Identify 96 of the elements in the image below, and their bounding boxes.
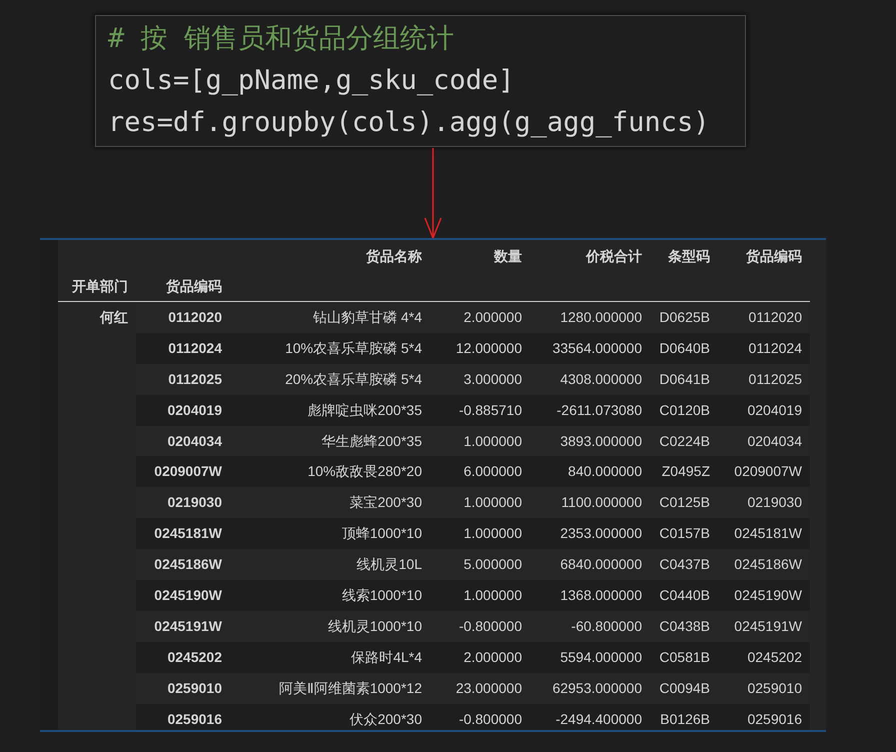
table-cell: 5.000000 xyxy=(464,556,522,572)
column-header: 货品编码 xyxy=(746,248,802,264)
table-cell: 10%敌敌畏280*20 xyxy=(308,463,422,480)
index-cell: 0259010 xyxy=(167,680,222,696)
index-cell: 0112025 xyxy=(168,370,222,387)
table-cell: 12.000000 xyxy=(456,340,522,356)
table-cell: 0259010 xyxy=(747,680,802,696)
index-cell: 0245202 xyxy=(167,648,222,665)
table-cell: C0581B xyxy=(659,648,710,665)
index-cell: 0259016 xyxy=(167,710,222,727)
table-cell: C0094B xyxy=(659,680,710,696)
group-label: 何红 xyxy=(100,308,128,327)
index-cell: 0245186W xyxy=(154,556,222,572)
table-cell: 1.000000 xyxy=(464,494,522,510)
table-cell: C0438B xyxy=(659,618,710,634)
table-cell: 0204034 xyxy=(747,432,802,448)
table-cell: D0641B xyxy=(659,370,710,387)
table-cell: 0245186W xyxy=(734,556,802,572)
index-cell: 0112020 xyxy=(168,308,222,325)
table-cell: C0440B xyxy=(659,586,710,603)
table-cell: -2494.400000 xyxy=(556,710,642,727)
index-header: 开单部门 xyxy=(72,278,128,294)
table-cell: 顶蜂1000*10 xyxy=(342,525,422,542)
code-comment: # 按 销售员和货品分组统计 xyxy=(108,22,455,56)
index-header: 货品编码 xyxy=(166,278,222,294)
table-cell: 0245190W xyxy=(734,586,802,603)
table-cell: B0126B xyxy=(660,710,710,727)
table-cell: C0125B xyxy=(659,494,710,510)
table-cell: 0209007W xyxy=(734,463,802,480)
table-cell: C0437B xyxy=(659,556,710,572)
index-cell: 0245191W xyxy=(154,618,222,634)
table-cell: 33564.000000 xyxy=(552,340,642,356)
table-cell: 0245191W xyxy=(734,618,802,634)
table-cell: 1368.000000 xyxy=(560,586,642,603)
table-cell: 2.000000 xyxy=(464,648,522,665)
index-cell: 0245190W xyxy=(154,586,222,603)
table-cell: 6.000000 xyxy=(464,463,522,480)
table-cell: C0157B xyxy=(659,525,710,542)
code-line: res=df.groupby(cols).agg(g_agg_funcs) xyxy=(108,106,710,140)
table-cell: 840.000000 xyxy=(568,463,642,480)
table-cell: 线机灵10L xyxy=(356,556,422,572)
table-cell: 线索1000*10 xyxy=(342,586,422,603)
table-cell: 6840.000000 xyxy=(560,556,642,572)
table-cell: Z0495Z xyxy=(662,463,710,480)
table-cell: 3.000000 xyxy=(464,370,522,387)
table-cell: 钻山豹草甘磷 4*4 xyxy=(313,308,422,325)
table-cell: 4308.000000 xyxy=(560,370,642,387)
table-cell: -2611.073080 xyxy=(556,402,642,418)
column-header: 数量 xyxy=(494,248,522,264)
table-cell: 彪牌啶虫咪200*35 xyxy=(308,402,422,418)
index-cell: 0204019 xyxy=(167,402,222,418)
table-cell: 1.000000 xyxy=(464,432,522,448)
index-cell: 0209007W xyxy=(154,463,222,480)
index-cell: 0219030 xyxy=(167,494,222,510)
table-cell: 2.000000 xyxy=(464,308,522,325)
table-cell: 0245202 xyxy=(747,648,802,665)
table-cell: 线机灵1000*10 xyxy=(328,618,422,634)
table-cell: 华生彪蜂200*35 xyxy=(322,432,422,448)
index-cell: 0112024 xyxy=(168,340,222,356)
column-header: 货品名称 xyxy=(366,248,422,264)
column-header: 条型码 xyxy=(668,248,710,264)
table-cell: -0.885710 xyxy=(458,402,522,418)
index-cell: 0204034 xyxy=(167,432,222,448)
table-cell: 1.000000 xyxy=(464,525,522,542)
table-cell: 0112025 xyxy=(748,370,802,387)
code-line: cols=[g_pName,g_sku_code] xyxy=(108,64,516,98)
table-cell: 10%农喜乐草胺磷 5*4 xyxy=(285,340,422,356)
table-cell: 0204019 xyxy=(747,402,802,418)
table-cell: D0640B xyxy=(659,340,710,356)
table-cell: 保路时4L*4 xyxy=(351,648,422,665)
table-cell: 阿美Ⅱ阿维菌素1000*12 xyxy=(278,680,422,696)
table-cell: -60.800000 xyxy=(571,618,642,634)
column-header: 价税合计 xyxy=(586,248,642,264)
table-cell: 0259016 xyxy=(747,710,802,727)
table-cell: 62953.000000 xyxy=(552,680,642,696)
table-cell: 1.000000 xyxy=(464,586,522,603)
table-cell: 0112020 xyxy=(748,308,802,325)
table-cell: 3893.000000 xyxy=(560,432,642,448)
table-cell: 0219030 xyxy=(747,494,802,510)
table-cell: D0625B xyxy=(659,308,710,325)
table-cell: -0.800000 xyxy=(458,618,522,634)
table-cell: 1280.000000 xyxy=(560,308,642,325)
table-cell: -0.800000 xyxy=(458,710,522,727)
table-cell: 0112024 xyxy=(748,340,802,356)
table-cell: 1100.000000 xyxy=(561,494,642,510)
table-cell: 20%农喜乐草胺磷 5*4 xyxy=(285,370,422,387)
index-cell: 0245181W xyxy=(154,525,222,542)
table-cell: C0120B xyxy=(659,402,710,418)
table-cell: 5594.000000 xyxy=(560,648,642,665)
table-cell: 0245181W xyxy=(734,525,802,542)
down-arrow-icon xyxy=(424,148,442,240)
table-cell: 伏众200*30 xyxy=(350,710,422,727)
table-cell: 菜宝200*30 xyxy=(350,494,422,510)
table-cell: 2353.000000 xyxy=(560,525,642,542)
table-cell: 23.000000 xyxy=(456,680,522,696)
table-cell: C0224B xyxy=(659,432,710,448)
